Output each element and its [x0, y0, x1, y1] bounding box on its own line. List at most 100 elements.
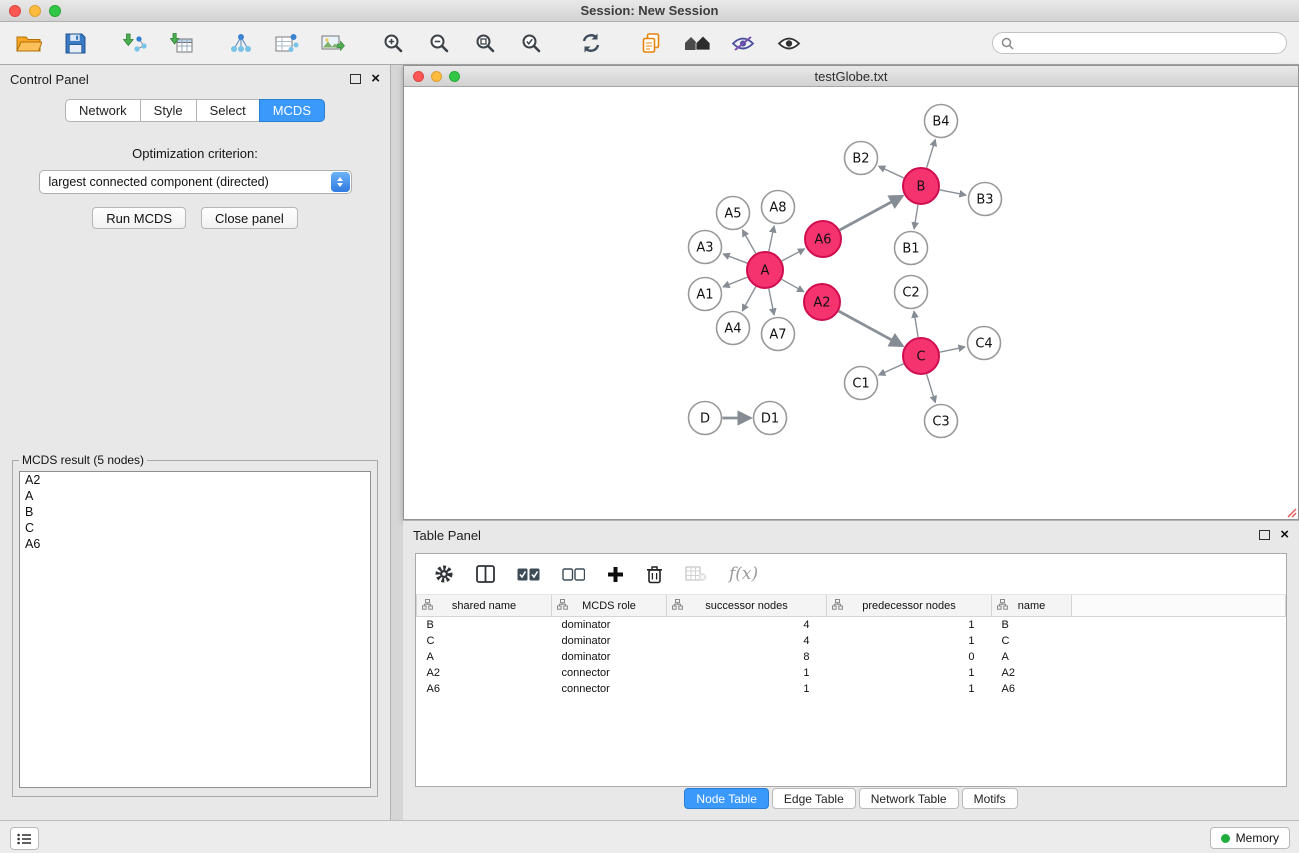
zoom-out-button[interactable]: [422, 27, 456, 59]
network-node-A7[interactable]: A7: [762, 318, 795, 351]
network-node-C1[interactable]: C1: [845, 367, 878, 400]
network-edge-C-C3[interactable]: [927, 374, 936, 402]
run-mcds-button[interactable]: Run MCDS: [92, 207, 186, 229]
first-neighbors-button[interactable]: [680, 27, 714, 59]
export-image-button[interactable]: [316, 27, 350, 59]
show-elements-button[interactable]: [772, 27, 806, 59]
network-node-C2[interactable]: C2: [895, 276, 928, 309]
network-node-A1[interactable]: A1: [689, 278, 722, 311]
network-node-C4[interactable]: C4: [968, 327, 1001, 360]
network-edge-B-B4[interactable]: [927, 140, 936, 168]
open-session-button[interactable]: [12, 27, 46, 59]
network-node-A3[interactable]: A3: [689, 231, 722, 264]
add-row-button[interactable]: [607, 566, 624, 583]
delete-table-button[interactable]: [685, 566, 707, 582]
import-network-button[interactable]: [118, 27, 152, 59]
float-table-panel-icon[interactable]: [1259, 530, 1270, 540]
network-node-B2[interactable]: B2: [845, 142, 878, 175]
tab-node-table[interactable]: Node Table: [684, 788, 769, 809]
network-node-C[interactable]: C: [903, 338, 939, 374]
tab-select[interactable]: Select: [196, 99, 260, 122]
network-edge-A2-C[interactable]: [839, 311, 903, 346]
import-table-button[interactable]: [164, 27, 198, 59]
network-node-A[interactable]: A: [747, 252, 783, 288]
network-node-C3[interactable]: C3: [925, 405, 958, 438]
network-node-B1[interactable]: B1: [895, 232, 928, 265]
mcds-result-item[interactable]: A: [20, 488, 370, 504]
tab-mcds[interactable]: MCDS: [259, 99, 325, 122]
network-edge-C-C2[interactable]: [914, 311, 918, 337]
network-edge-A-A7[interactable]: [769, 289, 774, 315]
network-edge-B-B3[interactable]: [940, 190, 966, 195]
select-all-button[interactable]: [517, 568, 540, 581]
network-node-B[interactable]: B: [903, 168, 939, 204]
network-edge-A-A3[interactable]: [723, 254, 747, 263]
network-canvas[interactable]: B4 B2 B B3 A5 A8 A6 A3 B1 A C2 A1 A2 A4 A7 C4 C C1 D D1 C3: [404, 87, 1298, 519]
network-edge-B-B1[interactable]: [914, 205, 918, 229]
table-row[interactable]: Adominator80A: [417, 649, 1286, 665]
mcds-result-item[interactable]: C: [20, 520, 370, 536]
network-edge-A-A6[interactable]: [782, 249, 805, 261]
network-node-A8[interactable]: A8: [762, 191, 795, 224]
delete-row-button[interactable]: [646, 565, 663, 584]
network-edge-A-A8[interactable]: [769, 226, 774, 251]
save-session-button[interactable]: [58, 27, 92, 59]
network-edge-C-C4[interactable]: [940, 347, 965, 352]
network-node-B4[interactable]: B4: [925, 105, 958, 138]
column-header-predecessor-nodes[interactable]: predecessor nodes: [827, 595, 992, 617]
network-node-D1[interactable]: D1: [754, 402, 787, 435]
network-node-A4[interactable]: A4: [717, 312, 750, 345]
table-row[interactable]: A6connector11A6: [417, 681, 1286, 697]
function-builder-button[interactable]: f(x): [729, 564, 758, 584]
table-row[interactable]: Cdominator41C: [417, 633, 1286, 649]
hide-elements-button[interactable]: [726, 27, 760, 59]
tab-edge-table[interactable]: Edge Table: [772, 788, 856, 809]
float-panel-icon[interactable]: [350, 74, 361, 84]
criterion-dropdown[interactable]: largest connected component (directed): [39, 170, 352, 194]
network-edge-A-A5[interactable]: [743, 230, 756, 253]
tab-motifs[interactable]: Motifs: [962, 788, 1018, 809]
table-settings-button[interactable]: [434, 564, 454, 584]
network-edge-C-C1[interactable]: [879, 364, 904, 375]
new-network-button[interactable]: [224, 27, 258, 59]
network-table-button[interactable]: [270, 27, 304, 59]
table-row[interactable]: A2connector11A2: [417, 665, 1286, 681]
network-node-A2[interactable]: A2: [804, 284, 840, 320]
zoom-fit-button[interactable]: [468, 27, 502, 59]
network-node-B3[interactable]: B3: [969, 183, 1002, 216]
zoom-in-button[interactable]: [376, 27, 410, 59]
mcds-result-item[interactable]: A2: [20, 472, 370, 488]
network-edge-A-A2[interactable]: [782, 279, 804, 291]
close-table-panel-icon[interactable]: ×: [1280, 529, 1289, 540]
search-input[interactable]: [1019, 35, 1278, 51]
network-edge-B-B2[interactable]: [879, 166, 904, 178]
column-header-MCDS-role[interactable]: MCDS role: [552, 595, 667, 617]
column-header-successor-nodes[interactable]: successor nodes: [667, 595, 827, 617]
close-panel-icon[interactable]: ×: [371, 73, 380, 84]
mcds-result-item[interactable]: A6: [20, 536, 370, 552]
network-edge-A6-B[interactable]: [840, 196, 903, 230]
column-browser-button[interactable]: [476, 565, 495, 583]
task-history-button[interactable]: [10, 827, 39, 850]
network-edge-A-A1[interactable]: [723, 277, 747, 287]
network-node-A6[interactable]: A6: [805, 221, 841, 257]
zoom-selected-button[interactable]: [514, 27, 548, 59]
tab-network-table[interactable]: Network Table: [859, 788, 959, 809]
apply-layout-button[interactable]: [574, 27, 608, 59]
mcds-result-item[interactable]: B: [20, 504, 370, 520]
deselect-all-button[interactable]: [562, 568, 585, 581]
table-row[interactable]: Bdominator41B: [417, 617, 1286, 634]
close-panel-button[interactable]: Close panel: [201, 207, 298, 229]
column-header-name[interactable]: name: [992, 595, 1072, 617]
network-node-D[interactable]: D: [689, 402, 722, 435]
column-header-shared-name[interactable]: shared name: [417, 595, 552, 617]
network-node-A5[interactable]: A5: [717, 197, 750, 230]
toolbar-search-field[interactable]: [992, 32, 1287, 54]
mcds-result-group: MCDS result (5 nodes) A2ABCA6: [12, 453, 378, 797]
tab-network[interactable]: Network: [65, 99, 141, 122]
network-edge-A-A4[interactable]: [742, 287, 755, 311]
memory-button[interactable]: Memory: [1210, 827, 1290, 849]
copy-documents-button[interactable]: [634, 27, 668, 59]
tab-style[interactable]: Style: [140, 99, 197, 122]
resize-handle-icon[interactable]: [1285, 506, 1297, 518]
